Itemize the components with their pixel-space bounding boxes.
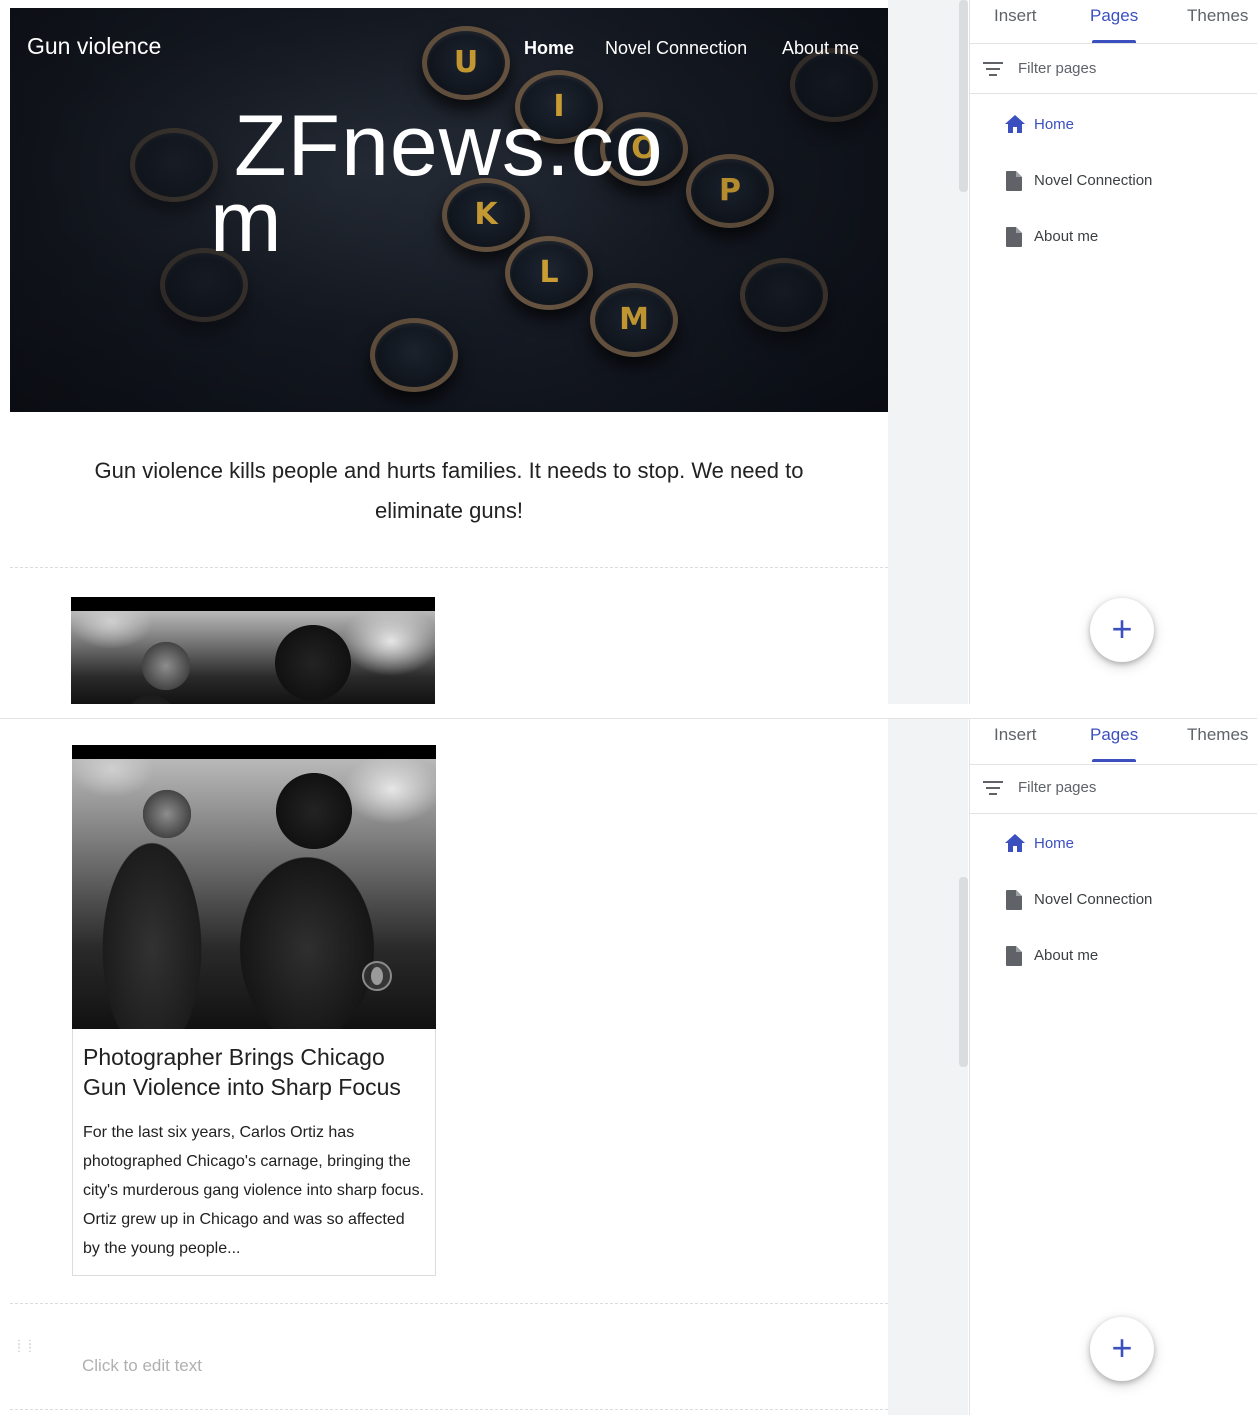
card-title[interactable]: Photographer Brings Chicago Gun Violence… [83, 1042, 425, 1102]
section-divider [10, 1303, 888, 1304]
page-item-about-me[interactable]: About me [1000, 941, 1240, 971]
page-item-novel-connection[interactable]: Novel Connection [1000, 166, 1240, 196]
section-divider [10, 1409, 888, 1410]
tab-pages[interactable]: Pages [1090, 6, 1138, 26]
tab-themes[interactable]: Themes [1187, 725, 1248, 745]
tabs-divider [970, 43, 1257, 44]
drag-handle-icon[interactable]: ⋮⋮ ⋮⋮ [14, 1340, 35, 1365]
canvas-scrollbar[interactable] [959, 0, 968, 192]
editor-view-top: U I O P K L M Gun violence Home Novel Co… [0, 0, 1257, 704]
add-icon: + [1111, 608, 1133, 649]
news-card[interactable]: Photographer Brings Chicago Gun Violence… [72, 745, 436, 1276]
card-excerpt: For the last six years, Carlos Ortiz has… [83, 1124, 425, 1257]
filter-divider [970, 93, 1257, 94]
canvas-gutter [888, 719, 968, 1415]
home-icon [1005, 834, 1025, 852]
tab-insert[interactable]: Insert [994, 6, 1037, 26]
filter-pages-input[interactable]: Filter pages [1018, 779, 1096, 796]
side-panel: Insert Pages Themes Filter pages Home No… [969, 719, 1257, 1415]
site-preview: Photographer Brings Chicago Gun Violence… [10, 719, 888, 1415]
canvas-gutter [888, 0, 968, 704]
page-icon [1006, 227, 1022, 247]
news-photo [71, 597, 435, 704]
page-item-label: Novel Connection [1034, 172, 1153, 189]
tabs-divider [970, 764, 1257, 765]
page-item-label: About me [1034, 228, 1099, 245]
section-divider [10, 567, 888, 568]
canvas-scrollbar[interactable] [959, 877, 968, 1067]
page-item-label: Home [1034, 116, 1075, 133]
intro-text[interactable]: Gun violence kills people and hurts fami… [90, 451, 808, 531]
site-title[interactable]: Gun violence [27, 33, 161, 60]
editor-canvas[interactable]: U I O P K L M Gun violence Home Novel Co… [0, 0, 968, 704]
site-preview: U I O P K L M Gun violence Home Novel Co… [10, 0, 888, 704]
add-page-button[interactable]: + [1090, 598, 1154, 662]
page-item-home[interactable]: Home [1000, 110, 1240, 140]
tab-themes[interactable]: Themes [1187, 6, 1248, 26]
editor-view-bottom: Photographer Brings Chicago Gun Violence… [0, 718, 1257, 1415]
page-item-label: Home [1034, 835, 1075, 852]
news-photo [72, 745, 436, 1029]
page-item-novel-connection[interactable]: Novel Connection [1000, 885, 1240, 915]
tab-insert[interactable]: Insert [994, 725, 1037, 745]
page-item-about-me[interactable]: About me [1000, 222, 1240, 252]
page-item-home[interactable]: Home [1000, 829, 1240, 859]
side-panel: Insert Pages Themes Filter pages Home No… [969, 0, 1257, 704]
nav-novel-connection[interactable]: Novel Connection [605, 38, 747, 59]
page-icon [1006, 890, 1022, 910]
tab-pages[interactable]: Pages [1090, 725, 1138, 745]
news-card[interactable] [71, 597, 435, 704]
page-item-label: About me [1034, 947, 1099, 964]
add-page-button[interactable]: + [1090, 1317, 1154, 1381]
filter-icon[interactable] [983, 62, 1003, 78]
nav-about-me[interactable]: About me [782, 38, 859, 59]
active-tab-indicator [1092, 759, 1136, 762]
photo-image [71, 611, 435, 704]
add-icon: + [1111, 1327, 1133, 1368]
hero-heading[interactable]: ZFnews.com [210, 103, 680, 265]
header-banner[interactable]: U I O P K L M Gun violence Home Novel Co… [10, 8, 888, 412]
nav-home[interactable]: Home [524, 38, 574, 59]
text-box-placeholder[interactable]: Click to edit text [82, 1356, 202, 1376]
filter-icon[interactable] [983, 781, 1003, 797]
network-logo-icon [362, 961, 392, 991]
filter-pages-input[interactable]: Filter pages [1018, 60, 1096, 77]
page-item-label: Novel Connection [1034, 891, 1153, 908]
home-icon [1005, 115, 1025, 133]
filter-divider [970, 813, 1257, 814]
page-icon [1006, 946, 1022, 966]
editor-canvas[interactable]: Photographer Brings Chicago Gun Violence… [0, 719, 968, 1415]
page-icon [1006, 171, 1022, 191]
